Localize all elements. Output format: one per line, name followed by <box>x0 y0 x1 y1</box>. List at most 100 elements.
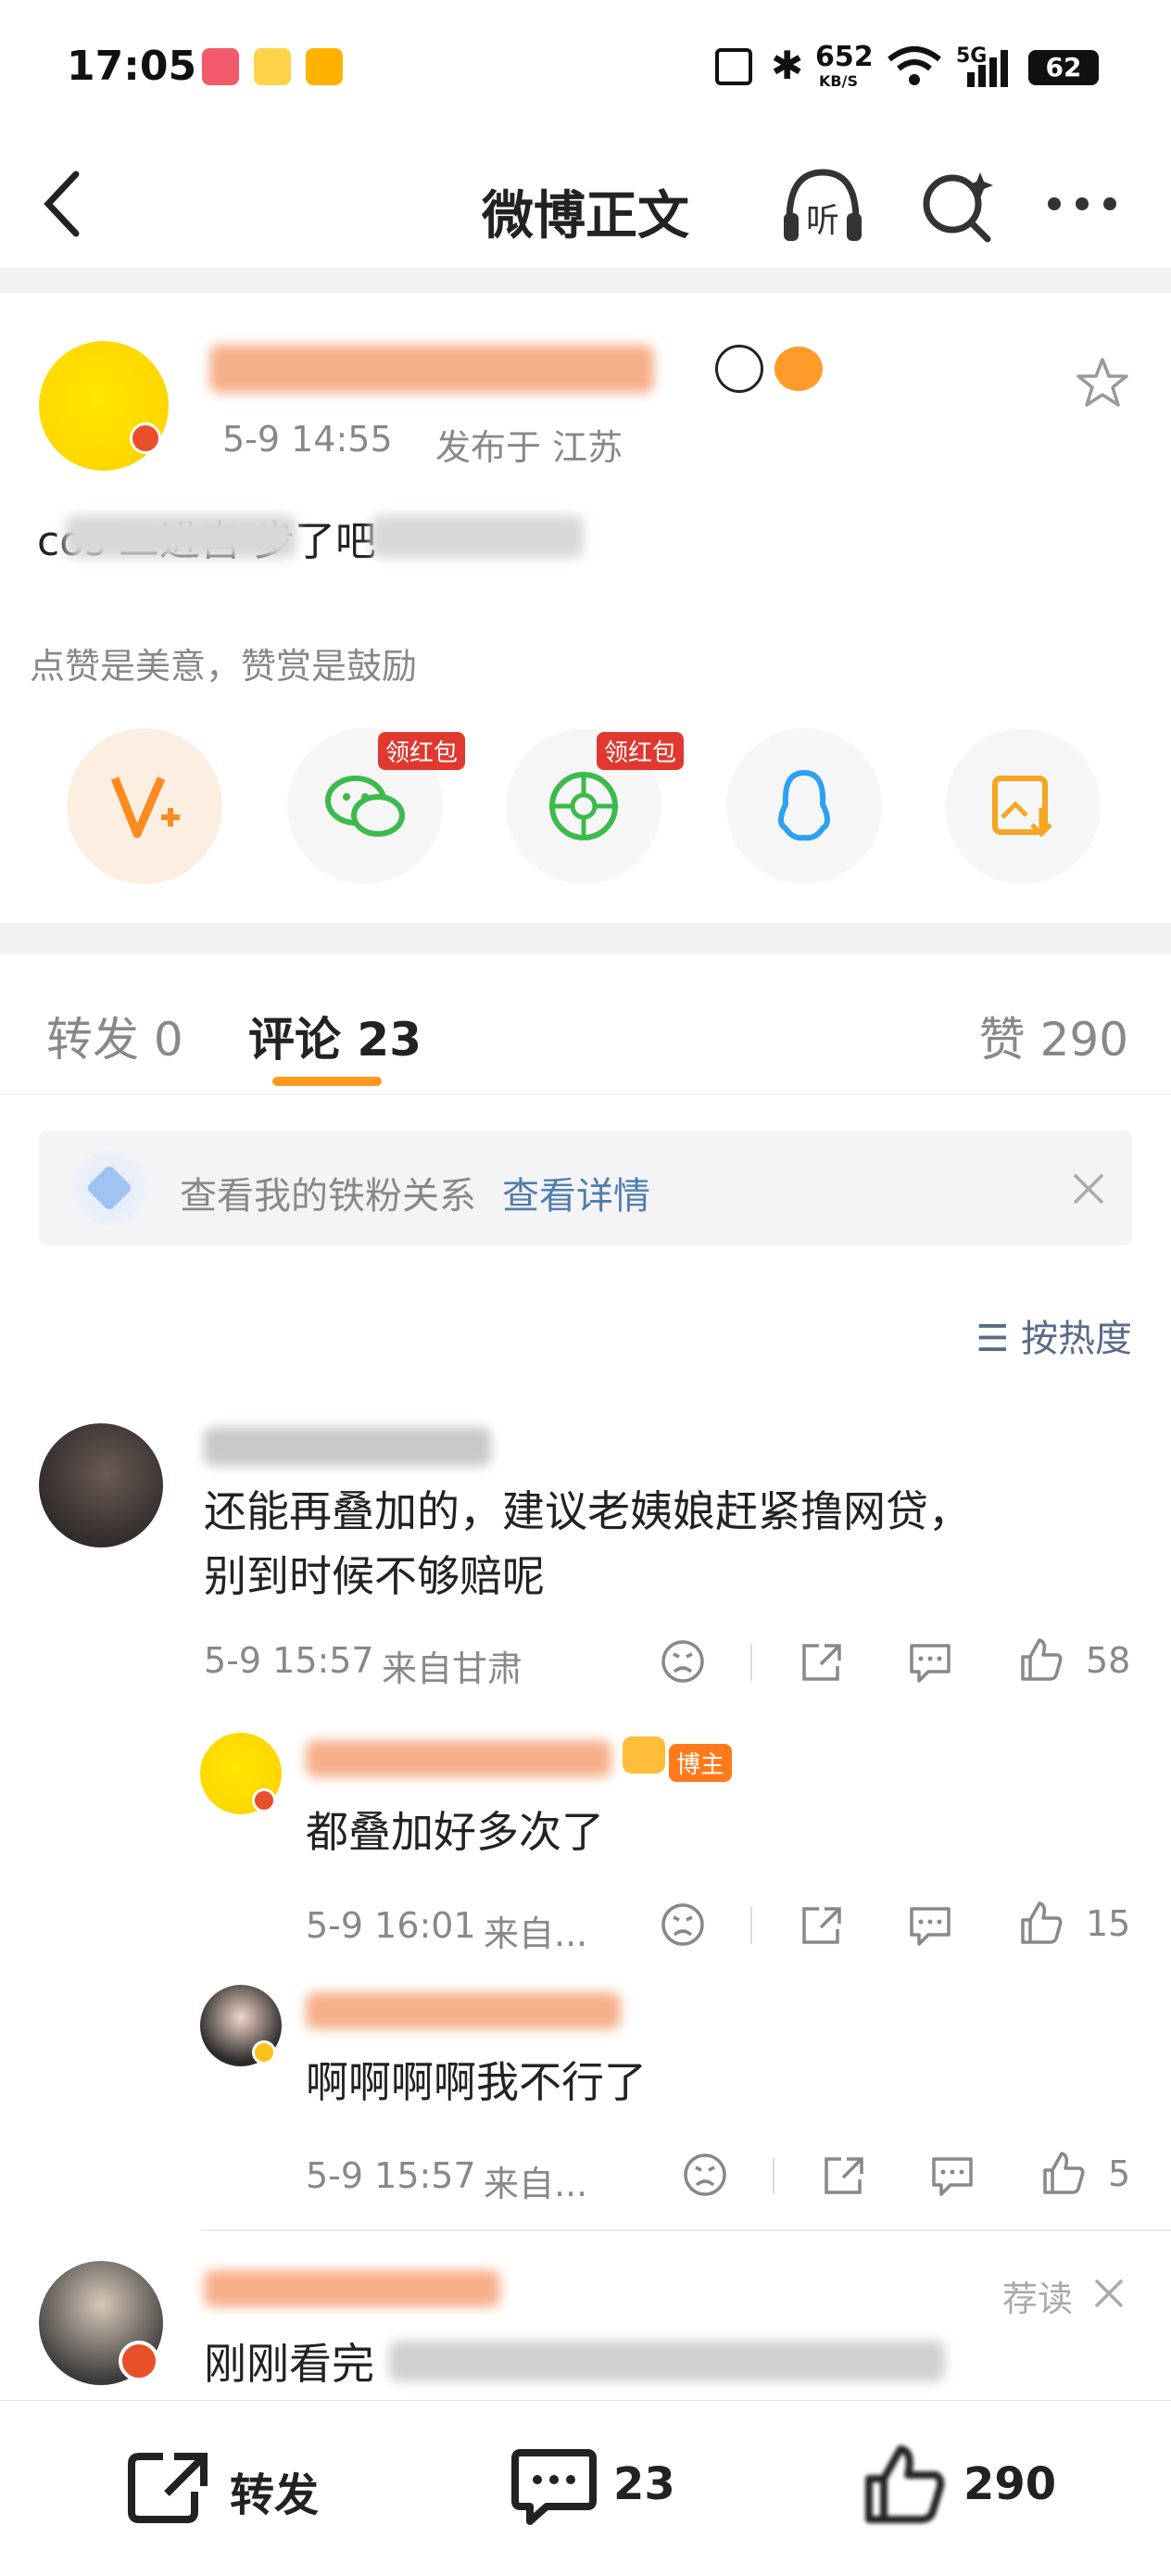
app-618-icon <box>202 48 239 85</box>
like-count: 15 <box>1086 1903 1131 1944</box>
bottom-like-count: 290 <box>963 2458 1057 2510</box>
qq-icon <box>778 769 830 841</box>
post-text-blur <box>371 515 584 558</box>
repost-icon <box>128 2453 208 2523</box>
bottom-repost-button[interactable]: 转发 <box>120 2438 343 2531</box>
sort-button[interactable]: ☰ 按热度 <box>976 1308 1132 1362</box>
app-a-icon <box>306 48 343 85</box>
tab-bar: 转发 0 评论 23 赞 290 <box>0 954 1171 1095</box>
panda-icon <box>715 345 763 393</box>
red-packet-tag: 领红包 <box>597 732 685 770</box>
comment-text-blur <box>389 2341 945 2381</box>
net-speed-unit: KB/S <box>819 72 858 90</box>
wechat-icon <box>325 776 405 837</box>
bottom-repost-label: 转发 <box>230 2469 320 2521</box>
reply-author-name[interactable] <box>306 1740 611 1777</box>
status-bar: 17:05 ✱ 652 KB/S 5G 62 <box>0 0 1171 139</box>
commenter-name[interactable] <box>204 1427 491 1466</box>
dislike-face-icon[interactable] <box>660 1638 706 1685</box>
wifi-icon <box>888 46 941 85</box>
like-icon[interactable] <box>1017 1900 1065 1948</box>
post-time: 5-9 14:55 <box>222 419 393 460</box>
fish-icon <box>774 347 823 391</box>
status-time: 17:05 <box>67 43 197 90</box>
commenter-avatar[interactable] <box>39 1423 163 1547</box>
sort-icon: ☰ <box>976 1318 1010 1360</box>
avatar-verified-badge <box>252 2040 276 2065</box>
iron-fans-banner[interactable]: 查看我的铁粉关系 查看详情 <box>39 1130 1132 1245</box>
crown-icon <box>623 1736 665 1774</box>
comment-text-line1: 还能再叠加的，建议老姨娘赶紧撸网贷， <box>204 1486 971 1536</box>
thumbs-up-icon <box>865 2445 945 2523</box>
reply-icon[interactable] <box>928 2153 976 2198</box>
save-image-button[interactable] <box>945 728 1101 884</box>
action-divider <box>773 2157 774 2194</box>
post-location: 发布于 江苏 <box>435 427 623 468</box>
like-icon[interactable] <box>1017 1636 1065 1685</box>
search-icon[interactable] <box>917 167 997 246</box>
bottom-comment-button[interactable]: 23 <box>508 2438 693 2531</box>
bluetooth-icon: ✱ <box>771 43 804 88</box>
dislike-face-icon[interactable] <box>660 1901 706 1948</box>
like-count: 58 <box>1086 1640 1131 1681</box>
sort-label: 按热度 <box>1021 1318 1132 1360</box>
avatar-verified-badge <box>119 2341 159 2381</box>
bottom-like-button[interactable]: 290 <box>858 2438 1062 2531</box>
tab-likes[interactable]: 赞 290 <box>979 1003 1128 1069</box>
more-icon[interactable] <box>1045 195 1119 213</box>
action-divider <box>750 1907 752 1944</box>
author-name[interactable] <box>209 345 654 393</box>
dislike-face-icon[interactable] <box>682 2152 728 2198</box>
svg-text:听: 听 <box>806 202 839 240</box>
tab-repost[interactable]: 转发 0 <box>46 1003 183 1069</box>
comment-text: 刚刚看完 <box>204 2339 374 2389</box>
favorite-star-icon[interactable] <box>1075 356 1130 410</box>
action-divider <box>750 1644 752 1681</box>
reply-location: 来自... <box>484 2164 588 2204</box>
net-speed: 652 <box>815 41 874 73</box>
share-qq-button[interactable] <box>726 728 882 884</box>
share-icon[interactable] <box>821 2153 867 2198</box>
share-icon[interactable] <box>799 1903 845 1948</box>
nav-bar: 微博正文 听 <box>0 139 1171 269</box>
reward-slogan: 点赞是美意，赞赏是鼓励 <box>30 646 418 687</box>
reply-author-name[interactable] <box>306 1992 621 2029</box>
like-icon[interactable] <box>1039 2150 1088 2198</box>
share-icon[interactable] <box>799 1640 845 1685</box>
tab-comments[interactable]: 评论 23 <box>248 1003 422 1069</box>
battery-icon: 62 <box>1028 50 1099 85</box>
reply-text: 都叠加好多次了 <box>306 1807 604 1857</box>
bottom-action-bar: 转发 23 290 <box>0 2400 1171 2576</box>
reply-text: 啊啊啊啊我不行了 <box>306 2057 647 2107</box>
avatar-verified-badge <box>252 1788 276 1812</box>
signal-icon <box>967 50 1008 87</box>
recommend-label: 荐读 <box>1002 2279 1074 2319</box>
reply-time: 5-9 15:57 <box>306 2155 476 2196</box>
commenter-name[interactable] <box>204 2270 500 2307</box>
headphone-listen-icon: 听 <box>784 169 862 241</box>
iron-fans-text: 查看我的铁粉关系 <box>180 1175 476 1218</box>
reply-icon[interactable] <box>906 1640 954 1685</box>
section-divider <box>0 269 1171 293</box>
comment-time: 5-9 15:57 <box>204 1640 374 1681</box>
like-count: 5 <box>1108 2153 1131 2194</box>
comment-divider <box>200 2229 1171 2231</box>
weibo-icon <box>254 48 291 85</box>
nfc-icon <box>715 48 752 85</box>
comment-location: 来自甘肃 <box>382 1648 523 1689</box>
diamond-icon <box>72 1151 146 1225</box>
comment-text-line2: 别到时候不够赔呢 <box>204 1551 545 1601</box>
close-icon[interactable] <box>1071 1171 1106 1206</box>
iron-fans-link[interactable]: 查看详情 <box>502 1166 650 1219</box>
v-plus-icon <box>110 777 180 839</box>
reward-button[interactable] <box>67 728 222 884</box>
avatar-verified-badge <box>130 423 161 454</box>
listen-button[interactable]: 听 <box>778 163 867 246</box>
reply-time: 5-9 16:01 <box>306 1905 476 1946</box>
red-packet-tag: 领红包 <box>378 732 466 770</box>
reply-icon[interactable] <box>906 1903 954 1948</box>
host-badge: 博主 <box>669 1744 733 1782</box>
reply-location: 来自... <box>484 1913 588 1954</box>
close-icon[interactable] <box>1093 2278 1125 2309</box>
battery-level: 62 <box>1045 52 1082 82</box>
